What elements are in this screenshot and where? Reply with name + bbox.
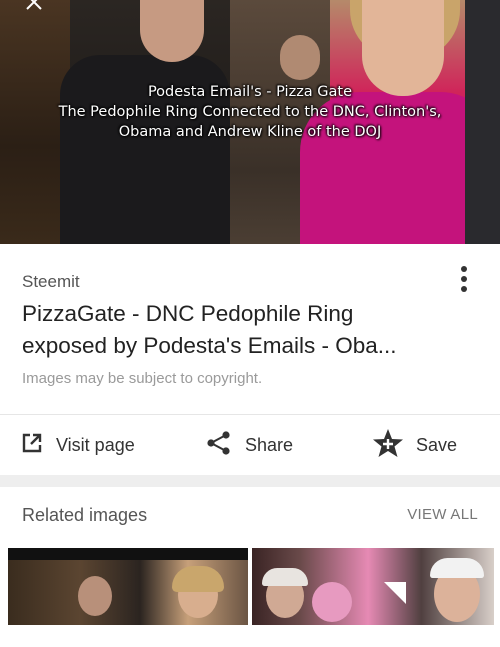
source-site[interactable]: Steemit [22,272,80,292]
result-title[interactable]: PizzaGate - DNC Pedophile Ring exposed b… [22,298,442,362]
arrow-icon [380,578,410,613]
hero-figure-face [140,0,204,62]
visit-page-label: Visit page [56,434,135,455]
save-button[interactable]: Save [372,425,457,465]
related-thumbnail-2[interactable] [252,548,494,625]
thumb-hair [172,566,224,592]
caption-line-1: Podesta Email's - Pizza Gate [147,84,353,100]
save-label: Save [416,434,458,455]
thumb-face [312,582,352,622]
thumb-hair [262,568,308,586]
open-in-new-icon [20,431,44,460]
related-images-section: Related images VIEW ALL [0,487,500,647]
copyright-note: Images may be subject to copyright. [22,370,263,387]
share-label: Share [245,434,294,455]
result-card: Steemit PizzaGate - DNC Pedophile Ring e… [0,244,500,414]
caption-line-3: Obama and Andrew Kline of the DOJ [118,124,382,140]
thumb-hair [430,558,484,578]
hero-caption: Podesta Email's - Pizza Gate The Pedophi… [0,82,500,142]
visit-page-button[interactable]: Visit page [20,425,135,465]
related-images-title: Related images [22,505,148,525]
close-icon[interactable] [22,0,46,16]
section-gap [0,475,500,487]
hero-image[interactable]: Podesta Email's - Pizza Gate The Pedophi… [0,0,500,244]
share-button[interactable]: Share [205,425,293,465]
hero-background-figure [280,35,320,80]
caption-line-2: The Pedophile Ring Connected to the DNC,… [58,104,442,120]
thumb-face [78,576,112,616]
related-thumbnail-1[interactable] [8,548,248,625]
action-bar: Visit page Share Save [0,415,500,475]
more-options-button[interactable] [450,262,478,302]
more-vert-icon [461,266,467,272]
view-all-link[interactable]: VIEW ALL [407,506,478,523]
share-icon [205,429,233,462]
star-plus-icon [372,427,404,464]
